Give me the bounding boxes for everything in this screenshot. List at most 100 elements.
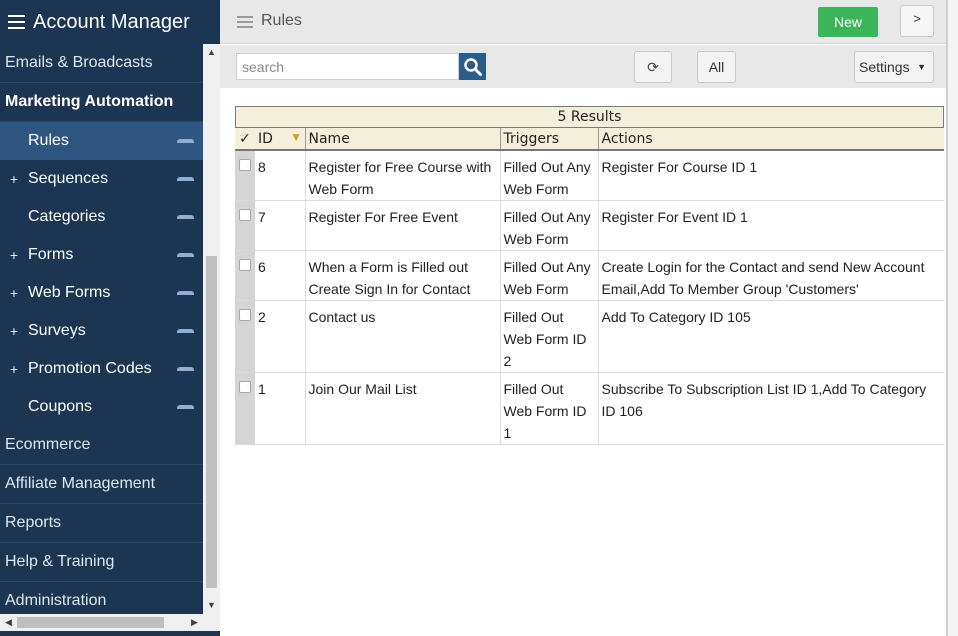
cell-name[interactable]: Register For Free Event xyxy=(305,200,501,251)
sidebar-item-label: Web Forms xyxy=(28,284,111,301)
scrollbar-corner xyxy=(203,614,220,631)
sidebar-item-emails-broadcasts[interactable]: Emails & Broadcasts xyxy=(0,44,203,83)
top-bar: Rules New > xyxy=(220,0,946,44)
sort-desc-icon: ▼ xyxy=(292,133,300,143)
table-row[interactable]: 1 Join Our Mail List Filled Out Web Form I… xyxy=(235,372,944,445)
expand-button[interactable]: > xyxy=(900,5,934,37)
list-menu-icon[interactable] xyxy=(237,16,253,28)
row-checkbox[interactable] xyxy=(239,159,251,171)
sidebar-item-rules[interactable]: Rules xyxy=(0,122,203,160)
scroll-left-arrow-icon[interactable]: ◀ xyxy=(0,614,17,631)
row-checkbox-cell xyxy=(235,300,255,373)
cell-name[interactable]: Contact us xyxy=(305,300,501,373)
new-button[interactable]: New xyxy=(818,7,878,37)
cell-actions: Register For Event ID 1 xyxy=(598,200,944,251)
collapse-tab-icon[interactable] xyxy=(177,215,194,219)
sidebar-item-coupons[interactable]: Coupons xyxy=(0,388,203,426)
cell-id: 7 xyxy=(255,200,306,251)
table-row[interactable]: 7 Register For Free Event Filled Out Any W… xyxy=(235,200,944,251)
cell-triggers: Filled Out Any Web Form xyxy=(500,250,599,301)
row-checkbox[interactable] xyxy=(239,259,251,271)
sidebar-item-forms[interactable]: + Forms xyxy=(0,236,203,274)
cell-name[interactable]: Register for Free Course with Web Form xyxy=(305,150,501,201)
expand-plus-icon[interactable]: + xyxy=(0,361,28,377)
collapse-tab-icon[interactable] xyxy=(177,139,194,143)
sidebar-item-promotion-codes[interactable]: + Promotion Codes xyxy=(0,350,203,388)
scroll-down-arrow-icon[interactable]: ▼ xyxy=(203,597,220,614)
cell-triggers: Filled Out Any Web Form xyxy=(500,150,599,201)
cell-actions: Create Login for the Contact and send Ne… xyxy=(598,250,944,301)
table-body: 8 Register for Free Course with Web Form F… xyxy=(235,150,944,445)
toolbar: ⟳ All Settings ▼ xyxy=(220,45,946,88)
sidebar-vertical-scrollbar[interactable]: ▲ ▼ xyxy=(203,44,220,614)
refresh-button[interactable]: ⟳ xyxy=(634,51,672,83)
settings-dropdown[interactable]: Settings ▼ xyxy=(854,51,934,83)
table-row[interactable]: 2 Contact us Filled Out Web Form ID 2 Add T… xyxy=(235,300,944,373)
scroll-right-arrow-icon[interactable]: ▶ xyxy=(186,614,203,631)
collapse-tab-icon[interactable] xyxy=(177,367,194,371)
cell-actions: Add To Category ID 105 xyxy=(598,300,944,373)
cell-triggers: Filled Out Web Form ID 1 xyxy=(500,372,599,445)
cell-actions: Subscribe To Subscription List ID 1,Add … xyxy=(598,372,944,445)
sidebar-item-administration[interactable]: Administration xyxy=(0,582,203,614)
app-window: Account Manager Emails & Broadcasts Mark… xyxy=(0,0,958,636)
sidebar-item-ecommerce[interactable]: Ecommerce xyxy=(0,426,203,465)
cell-triggers: Filled Out Any Web Form xyxy=(500,200,599,251)
search-input[interactable] xyxy=(236,53,459,80)
sidebar-item-surveys[interactable]: + Surveys xyxy=(0,312,203,350)
column-header-id[interactable]: ID ▼ xyxy=(255,128,306,151)
cell-actions: Register For Course ID 1 xyxy=(598,150,944,201)
sidebar-item-reports[interactable]: Reports xyxy=(0,504,203,543)
hamburger-menu-icon[interactable] xyxy=(8,15,25,29)
row-checkbox-cell xyxy=(235,200,255,251)
collapse-tab-icon[interactable] xyxy=(177,253,194,257)
row-checkbox-cell xyxy=(235,250,255,301)
cell-id: 2 xyxy=(255,300,306,373)
sidebar-item-label: Surveys xyxy=(28,322,86,339)
cell-id: 1 xyxy=(255,372,306,445)
app-title: Account Manager xyxy=(33,10,190,33)
search-button[interactable] xyxy=(459,53,486,80)
sidebar-item-categories[interactable]: Categories xyxy=(0,198,203,236)
sidebar-horizontal-scrollbar[interactable]: ◀ ▶ xyxy=(0,614,203,631)
expand-plus-icon[interactable]: + xyxy=(0,171,28,187)
column-header-triggers[interactable]: Triggers xyxy=(500,128,599,151)
sidebar-item-affiliate-management[interactable]: Affiliate Management xyxy=(0,465,203,504)
row-checkbox[interactable] xyxy=(239,309,251,321)
sidebar-item-web-forms[interactable]: + Web Forms xyxy=(0,274,203,312)
cell-name[interactable]: Join Our Mail List xyxy=(305,372,501,445)
scroll-thumb[interactable] xyxy=(17,617,164,628)
row-checkbox[interactable] xyxy=(239,209,251,221)
table-row[interactable]: 8 Register for Free Course with Web Form F… xyxy=(235,150,944,201)
sidebar-item-label: Coupons xyxy=(28,398,93,415)
scroll-up-arrow-icon[interactable]: ▲ xyxy=(203,44,220,61)
column-header-name[interactable]: Name xyxy=(305,128,501,151)
sidebar-item-help-training[interactable]: Help & Training xyxy=(0,543,203,582)
collapse-tab-icon[interactable] xyxy=(177,405,194,409)
settings-label: Settings xyxy=(859,59,910,75)
main-vertical-scrollbar[interactable] xyxy=(946,0,958,636)
sidebar-header: Account Manager xyxy=(0,0,220,44)
page-title: Rules xyxy=(261,12,302,29)
collapse-tab-icon[interactable] xyxy=(177,291,194,295)
sidebar-item-label: Forms xyxy=(28,246,74,263)
collapse-tab-icon[interactable] xyxy=(177,329,194,333)
expand-plus-icon[interactable]: + xyxy=(0,247,28,263)
sidebar-bottom-items: Ecommerce Affiliate Management Reports Help… xyxy=(0,426,203,614)
sidebar-item-marketing-automation[interactable]: Marketing Automation xyxy=(0,83,203,122)
row-checkbox[interactable] xyxy=(239,381,251,393)
results-count: 5 Results xyxy=(235,106,944,128)
scroll-thumb[interactable] xyxy=(206,256,217,588)
column-header-actions[interactable]: Actions xyxy=(598,128,944,151)
select-all-header[interactable]: ✓ xyxy=(235,128,255,151)
expand-plus-icon[interactable]: + xyxy=(0,285,28,301)
cell-id: 8 xyxy=(255,150,306,201)
sidebar-item-sequences[interactable]: + Sequences xyxy=(0,160,203,198)
data-table: ✓ ID ▼ Name Triggers Actions 8 Register fo… xyxy=(235,128,944,445)
cell-name[interactable]: When a Form is Filled out Create Sign In… xyxy=(305,250,501,301)
all-filter-button[interactable]: All xyxy=(697,51,736,83)
rules-table: 5 Results ✓ ID ▼ Name Triggers Actions 8R… xyxy=(235,106,944,445)
table-row[interactable]: 6 When a Form is Filled out Create Sign I… xyxy=(235,250,944,301)
collapse-tab-icon[interactable] xyxy=(177,177,194,181)
expand-plus-icon[interactable]: + xyxy=(0,323,28,339)
